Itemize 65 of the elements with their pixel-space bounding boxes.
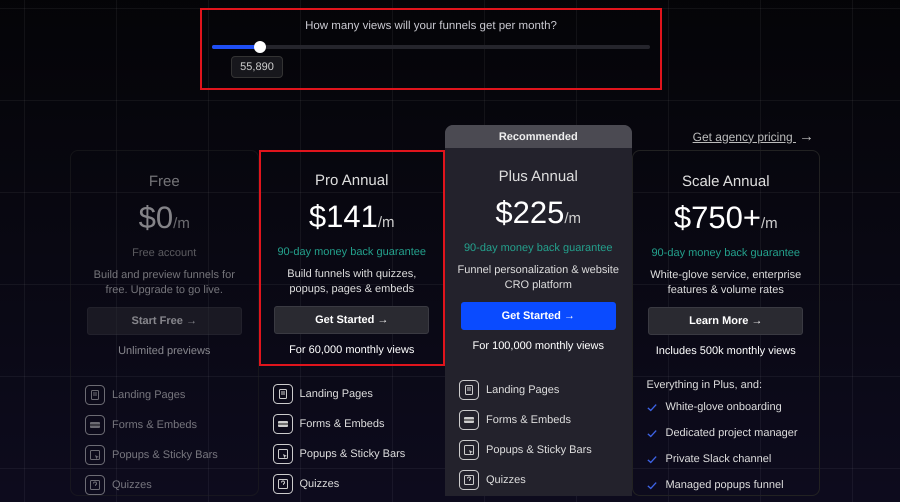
popup-icon (459, 440, 479, 460)
plan-name: Pro Annual (315, 172, 388, 189)
feature-label: White-glove onboarding (666, 401, 782, 413)
plan-description: Build and preview funnels for free. Upgrade to go live. (92, 268, 236, 298)
views-text: Includes 500k monthly views (656, 345, 796, 357)
plan-button[interactable]: Get Started → (274, 306, 430, 334)
document-icon (272, 384, 292, 404)
plan-name: Plus Annual (498, 168, 578, 185)
question-icon (272, 474, 292, 494)
popup-icon (85, 445, 105, 465)
plan-price: $225 (495, 195, 564, 231)
guarantee-text: 90-day money back guarantee (651, 247, 800, 259)
plan-price: $750+ (674, 200, 761, 236)
price-unit: /m (378, 214, 395, 231)
document-icon (459, 380, 479, 400)
document-icon (85, 385, 105, 405)
feature-label: Popups & Sticky Bars (112, 449, 218, 461)
plan-button[interactable]: Learn More → (648, 307, 804, 335)
plan-price: $141 (308, 199, 378, 235)
question-icon (85, 475, 105, 495)
views-text: Unlimited previews (118, 345, 210, 357)
check-icon (646, 480, 656, 490)
feature-label: Landing Pages (486, 384, 560, 396)
feature-label: Quizzes (112, 479, 152, 491)
feature-label: Popups & Sticky Bars (300, 448, 406, 460)
feature-label: Quizzes (300, 478, 340, 490)
form-icon (272, 414, 292, 434)
plan-description: Funnel personalization & website CRO platform (457, 263, 620, 293)
views-text: For 100,000 monthly views (472, 340, 604, 352)
feature-label: Forms & Embeds (112, 419, 197, 431)
feature-label: Forms & Embeds (486, 414, 571, 426)
feature-label: Dedicated project manager (666, 427, 798, 439)
check-icon (646, 402, 656, 412)
price-unit: /m (564, 210, 582, 227)
feature-label: Private Slack channel (666, 453, 772, 465)
plan-description: Build funnels with quizzes, popups, pages & embeds (286, 267, 418, 297)
plan-name: Scale Annual (682, 173, 770, 190)
slider-thumb[interactable] (254, 41, 266, 53)
guarantee-text: 90-day money back guarantee (464, 242, 613, 254)
views-text: For 60,000 monthly views (289, 344, 414, 356)
plan-button[interactable]: Get Started → (460, 302, 616, 330)
plan-name: Free (148, 173, 180, 190)
price-unit: /m (760, 215, 778, 232)
agency-pricing-link[interactable]: Get agency pricing → (692, 128, 814, 144)
plan-description: White-glove service, enterprise features & volume rates (649, 268, 802, 298)
feature-label: Managed popups funnel (666, 479, 784, 491)
check-icon (646, 454, 656, 464)
feature-label: Popups & Sticky Bars (486, 444, 592, 456)
feature-label: Landing Pages (300, 388, 373, 400)
features-heading: Everything in Plus, and: (646, 379, 764, 391)
plan-button[interactable]: Start Free → (86, 307, 242, 335)
plan-price: $0 (138, 200, 174, 236)
form-icon (85, 415, 105, 435)
value-tooltip: 55,890 (231, 56, 283, 78)
check-icon (646, 428, 656, 438)
form-icon (459, 410, 479, 430)
feature-label: Landing Pages (112, 389, 186, 401)
popup-icon (272, 444, 292, 464)
guarantee-text: 90-day money back guarantee (277, 246, 426, 258)
feature-label: Forms & Embeds (300, 418, 384, 430)
price-unit: /m (173, 215, 190, 232)
slider-question: How many views will your funnels get per month? (305, 20, 557, 32)
plan-subtitle: Free account (132, 247, 196, 259)
question-icon (459, 470, 479, 490)
feature-label: Quizzes (486, 474, 526, 486)
